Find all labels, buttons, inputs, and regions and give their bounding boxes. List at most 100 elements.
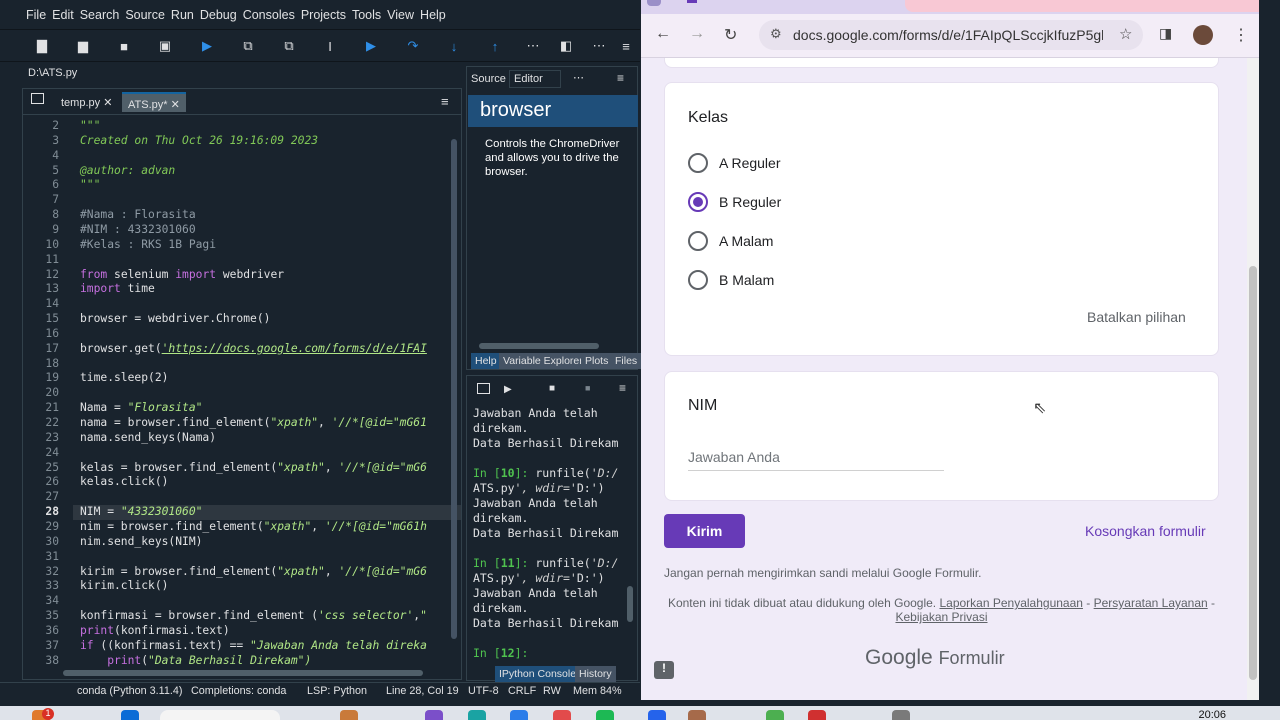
step-into-icon[interactable]: ↓ <box>445 37 463 55</box>
code-line[interactable]: import time <box>80 282 155 295</box>
code-line[interactable]: time.sleep(2) <box>80 371 168 384</box>
close-icon[interactable]: ✕ <box>103 97 112 109</box>
tab-ats[interactable]: ATS.py* ✕ <box>122 92 186 112</box>
code-line[interactable]: kelas = browser.find_element("xpath", '/… <box>80 461 427 474</box>
reload-icon[interactable]: ↻ <box>724 25 737 45</box>
stop-icon[interactable]: ■ <box>585 383 590 393</box>
radio-b-reguler[interactable] <box>688 192 708 212</box>
pane-options-icon[interactable]: ≡ <box>617 71 624 85</box>
settings-icon[interactable]: ≡ <box>617 37 635 55</box>
radio-label[interactable]: A Reguler <box>719 155 780 171</box>
menu-item-debug[interactable]: Debug <box>197 0 240 22</box>
more-icon[interactable]: ⋯ <box>524 37 542 55</box>
privacy-link[interactable]: Kebijakan Privasi <box>895 610 987 624</box>
tab-plots[interactable]: Plots <box>581 353 613 369</box>
options-icon[interactable]: ⋯ <box>590 37 608 55</box>
step-return-icon[interactable]: ↑ <box>486 37 504 55</box>
step-over-icon[interactable]: ↷ <box>404 37 422 55</box>
bookmark-star-icon[interactable]: ☆ <box>1119 25 1132 43</box>
status-completions[interactable]: Completions: conda <box>191 685 286 697</box>
menu-item-edit[interactable]: Edit <box>49 0 77 22</box>
code-line[interactable]: nama = browser.find_element("xpath", '//… <box>80 416 427 429</box>
app-icon[interactable] <box>425 710 443 720</box>
code-line[interactable]: nim = browser.find_element("xpath", '//*… <box>80 520 427 533</box>
radio-label[interactable]: B Reguler <box>719 194 781 210</box>
menu-item-consoles[interactable]: Consoles <box>240 0 298 22</box>
new-file-icon[interactable]: ▇ <box>33 37 51 55</box>
code-line[interactable]: """ <box>80 178 100 191</box>
google-forms-logo[interactable]: Google Formulir <box>865 646 1005 670</box>
menu-item-file[interactable]: File <box>0 0 49 22</box>
code-line[interactable]: print(konfirmasi.text) <box>80 624 230 637</box>
nim-input[interactable]: Jawaban Anda <box>688 449 944 471</box>
tab-variable-explorer[interactable]: Variable Explorer <box>499 353 587 369</box>
save-icon[interactable]: ■ <box>115 37 133 55</box>
console-vscroll[interactable] <box>627 586 633 622</box>
code-line[interactable]: NIM = "4332301060" <box>80 505 202 518</box>
app-icon[interactable] <box>808 710 826 720</box>
browse-tabs-icon[interactable] <box>31 93 44 104</box>
code-line[interactable]: #NIM : 4332301060 <box>80 223 196 236</box>
tab-files[interactable]: Files <box>611 353 642 369</box>
console-options-icon[interactable]: ≡ <box>619 381 626 395</box>
open-file-icon[interactable]: ▆ <box>74 37 92 55</box>
start-icon[interactable] <box>121 710 139 720</box>
code-line[interactable]: if ((konfirmasi.text) == "Jawaban Anda t… <box>80 639 427 652</box>
side-panel-icon[interactable]: ◨ <box>1159 25 1172 42</box>
code-line[interactable]: kirim = browser.find_element("xpath", '/… <box>80 565 427 578</box>
radio-a-malam[interactable] <box>688 231 708 251</box>
report-abuse-link[interactable]: Laporkan Penyalahgunaan <box>939 596 1082 610</box>
save-all-icon[interactable]: ▣ <box>156 37 174 55</box>
interrupt-icon[interactable]: ■ <box>549 383 555 394</box>
debug-icon[interactable]: ▶ <box>362 37 380 55</box>
tab-temp[interactable]: temp.py ✕ <box>55 92 118 112</box>
code-line[interactable]: @author: advan <box>80 164 175 177</box>
code-line[interactable]: browser = webdriver.Chrome() <box>80 312 270 325</box>
radio-label[interactable]: B Malam <box>719 272 774 288</box>
avatar[interactable] <box>1193 25 1213 45</box>
menu-item-projects[interactable]: Projects <box>298 0 349 22</box>
url-text[interactable]: docs.google.com/forms/d/e/1FAIpQLSccjkIf… <box>793 27 1103 43</box>
menu-icon[interactable]: ⋮ <box>1233 25 1249 45</box>
run-cell-advance-icon[interactable]: ⧉ <box>280 37 298 55</box>
code-editor[interactable]: 2 """ 3 Created on Thu Oct 26 19:16:09 2023… <box>23 116 461 668</box>
code-line[interactable]: from selenium import webdriver <box>80 268 284 281</box>
app-icon[interactable] <box>468 710 486 720</box>
code-line[interactable]: browser.get('https://docs.google.com/for… <box>80 342 427 355</box>
console-output[interactable]: Jawaban Anda telah direkam. Data Berhasil … <box>473 406 633 661</box>
status-env[interactable]: conda (Python 3.11.4) <box>77 685 182 697</box>
tab-history[interactable]: History <box>575 666 616 682</box>
app-icon[interactable] <box>688 710 706 720</box>
forms-tab-icon[interactable] <box>647 0 661 6</box>
terms-link[interactable]: Persyaratan Layanan <box>1094 596 1208 610</box>
submit-button[interactable]: Kirim <box>664 514 745 548</box>
page-scrollbar[interactable] <box>1247 58 1259 700</box>
app-icon[interactable] <box>892 710 910 720</box>
menu-item-view[interactable]: View <box>384 0 417 22</box>
chrome-tab-active[interactable] <box>905 0 1259 12</box>
app-icon[interactable] <box>648 710 666 720</box>
forward-icon[interactable]: → <box>689 25 705 43</box>
source-select[interactable]: Editor <box>509 70 561 88</box>
code-line[interactable]: Created on Thu Oct 26 19:16:09 2023 <box>80 134 318 147</box>
code-line[interactable]: #Kelas : RKS 1B Pagi <box>80 238 216 251</box>
back-icon[interactable]: ← <box>655 25 671 43</box>
app-icon[interactable] <box>766 710 784 720</box>
editor-vscroll[interactable] <box>451 139 457 639</box>
app-icon[interactable] <box>510 710 528 720</box>
radio-a-reguler[interactable] <box>688 153 708 173</box>
menu-item-run[interactable]: Run <box>168 0 197 22</box>
radio-b-malam[interactable] <box>688 270 708 290</box>
code-line[interactable]: nama.send_keys(Nama) <box>80 431 216 444</box>
site-info-icon[interactable]: ⚙ <box>770 26 782 42</box>
code-line[interactable]: Nama = "Florasita" <box>80 401 202 414</box>
app-icon[interactable] <box>340 710 358 720</box>
menu-item-help[interactable]: Help <box>417 0 449 22</box>
app-icon[interactable] <box>553 710 571 720</box>
more-icon[interactable]: ⋯ <box>573 71 584 84</box>
menu-item-tools[interactable]: Tools <box>349 0 384 22</box>
editor-hscroll[interactable] <box>23 667 461 679</box>
tab-help[interactable]: Help <box>471 353 501 369</box>
radio-label[interactable]: A Malam <box>719 233 773 249</box>
tab-ipython-console[interactable]: IPython Console <box>495 666 581 682</box>
